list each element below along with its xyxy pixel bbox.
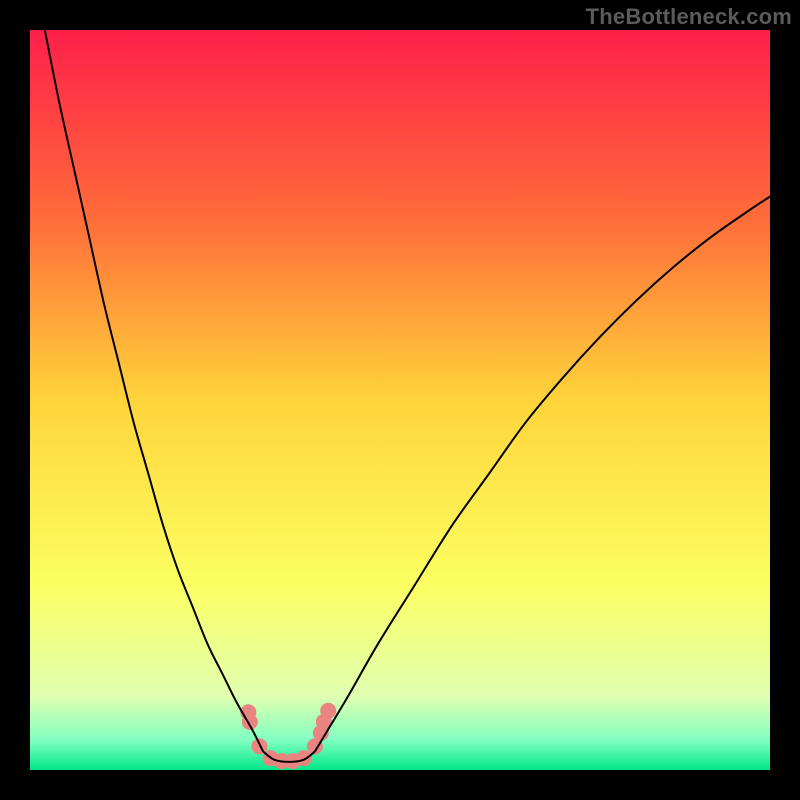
bottleneck-curve-chart	[30, 30, 770, 770]
chart-frame: TheBottleneck.com	[0, 0, 800, 800]
plot-area	[30, 30, 770, 770]
marker-dot	[320, 703, 336, 719]
marker-dot	[296, 750, 312, 766]
gradient-background	[30, 30, 770, 770]
watermark-text: TheBottleneck.com	[586, 4, 792, 30]
